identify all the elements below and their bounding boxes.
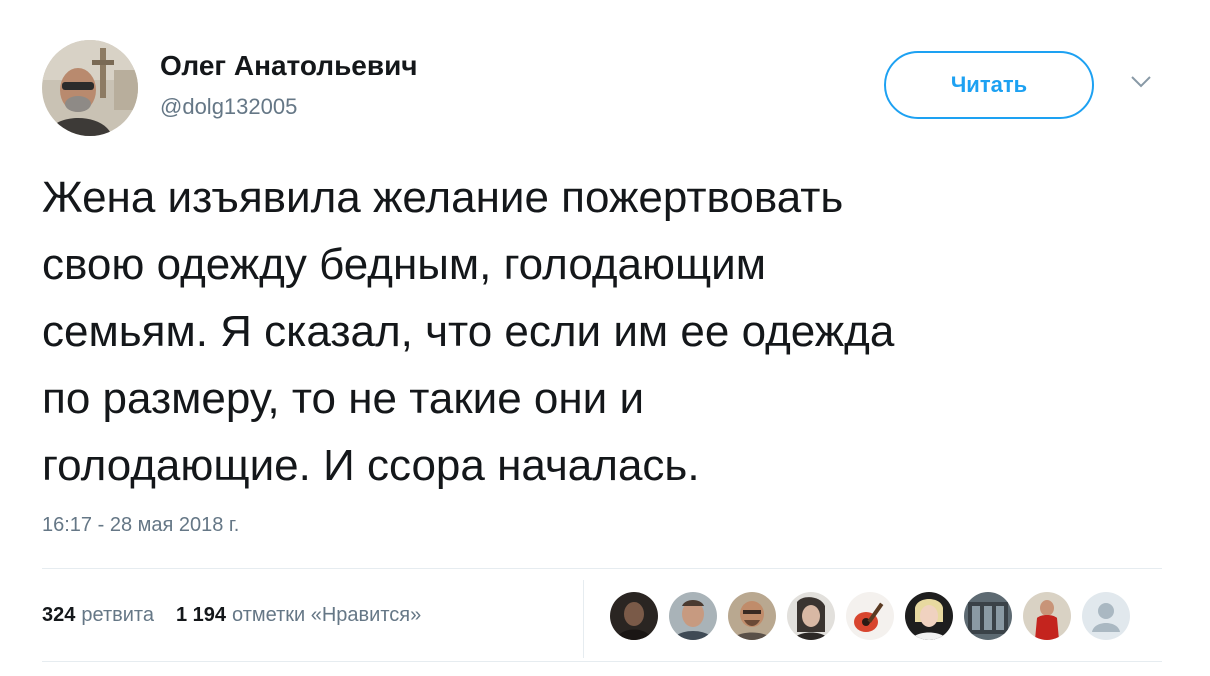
- author-handle[interactable]: @dolg132005: [160, 94, 297, 120]
- likes-label[interactable]: отметки «Нравится»: [232, 604, 421, 627]
- tweet-timestamp[interactable]: 16:17 - 28 мая 2018 г.: [42, 514, 239, 537]
- follow-button[interactable]: Читать: [884, 51, 1094, 119]
- liker-avatar-6[interactable]: [905, 592, 953, 640]
- liker-avatar-7[interactable]: [964, 592, 1012, 640]
- tweet-text-line: голодающие. И ссора началась.: [42, 441, 700, 490]
- author-display-name[interactable]: Олег Анатольевич: [160, 50, 418, 82]
- tweet-text: Жена изъявила желание пожертвовать свою …: [42, 164, 1172, 499]
- liker-avatar-8[interactable]: [1023, 592, 1071, 640]
- retweets-count[interactable]: 324: [42, 604, 75, 627]
- liker-avatar-4[interactable]: [787, 592, 835, 640]
- likers-avatars: [610, 592, 1141, 640]
- chevron-down-icon[interactable]: [1128, 72, 1154, 92]
- divider: [42, 568, 1162, 569]
- tweet-text-line: по размеру, то не такие они и: [42, 374, 645, 423]
- stats-separator: [583, 580, 584, 658]
- liker-avatar-2[interactable]: [669, 592, 717, 640]
- tweet-text-line: семьям. Я сказал, что если им ее одежда: [42, 307, 895, 356]
- divider: [42, 661, 1162, 662]
- liker-avatar-1[interactable]: [610, 592, 658, 640]
- tweet-card: Олег Анатольевич @dolg132005 Читать Жена…: [0, 0, 1210, 676]
- tweet-text-line: свою одежду бедным, голодающим: [42, 240, 767, 289]
- retweets-label[interactable]: ретвита: [81, 604, 154, 627]
- tweet-stats: 324 ретвита 1 194 отметки «Нравится»: [42, 601, 421, 629]
- tweet-text-line: Жена изъявила желание пожертвовать: [42, 173, 844, 222]
- liker-avatar-3[interactable]: [728, 592, 776, 640]
- default-avatar-icon[interactable]: [1082, 592, 1130, 640]
- author-avatar[interactable]: [42, 40, 138, 136]
- likes-count[interactable]: 1 194: [176, 604, 226, 627]
- liker-avatar-5[interactable]: [846, 592, 894, 640]
